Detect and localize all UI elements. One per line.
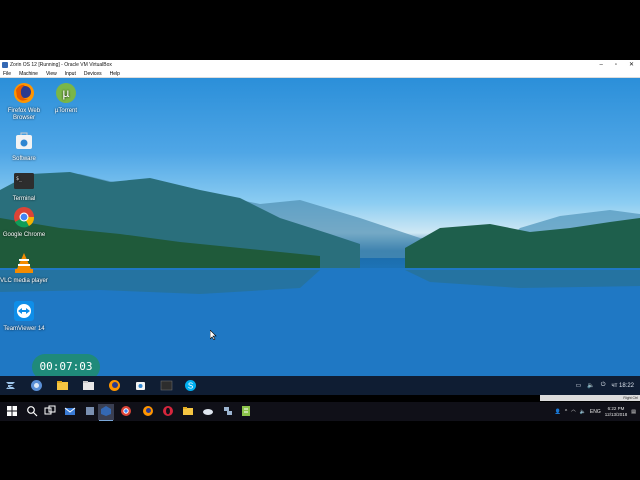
desktop-icon-chrome[interactable]: Google Chrome [0,206,48,239]
zorin-tray: ▭ 🔈 ⏻ чт 18:22 [576,376,634,395]
power-icon[interactable]: ⏻ [601,382,606,389]
volume-icon[interactable]: 🔈 [587,382,594,389]
zorin-panel: S ▭ 🔈 ⏻ чт 18:22 [0,376,640,395]
menu-help[interactable]: Help [110,70,120,77]
people-icon[interactable]: 👤 [555,409,561,415]
clock-time: 6:22 PM [607,405,625,411]
menu-input[interactable]: Input [65,70,76,77]
skype-icon[interactable]: S [184,379,197,392]
cloud-icon[interactable] [202,405,214,417]
files-folder-icon[interactable] [56,379,69,392]
svg-text:µ: µ [63,86,70,100]
active-task-underline [99,420,113,421]
zorin-menu-icon[interactable] [4,379,17,392]
zorin-clock[interactable]: чт 18:22 [611,383,634,389]
software-store-icon[interactable] [134,379,147,392]
virtualbox-icon[interactable] [84,405,96,417]
utorrent-icon: µ [56,83,76,103]
svg-text:S: S [188,382,193,391]
desktop-icon-label: Firefox Web Browser [7,108,41,121]
maximize-button[interactable]: ▫ [615,60,617,70]
windows-tray: 👤 ^ ◠ 🔈 ENG 6:22 PM 12/13/2018 ▤ [555,402,636,421]
terminal-icon[interactable] [160,379,173,392]
lake-wallpaper [0,172,640,376]
menu-view[interactable]: View [46,70,57,77]
firefox-icon[interactable] [142,405,154,417]
desktop-icon-terminal[interactable]: $_ Terminal [0,170,48,203]
firefox-icon [14,83,34,103]
desktop-icon-firefox[interactable]: Firefox Web Browser [0,82,48,122]
vbox-title-bar: Zorin OS 12 [Running] - Oracle VM Virtua… [0,60,640,70]
notification-icon[interactable]: ▤ [631,409,636,415]
svg-text:$_: $_ [16,176,23,182]
desktop-icon-label: VLC media player [0,278,48,284]
web-icon[interactable] [30,379,43,392]
desktop-icon-software[interactable]: Software [0,130,48,163]
desktop-icon-teamviewer[interactable]: TeamViewer 14 [0,300,48,333]
wifi-icon[interactable]: ◠ [571,409,575,415]
teamviewer-icon [14,301,34,321]
window-controls: – ▫ ✕ [599,60,634,70]
notepad-icon[interactable] [240,405,252,417]
mouse-cursor-icon [210,330,217,340]
minimize-button[interactable]: – [599,60,602,70]
windows-taskbar: 👤 ^ ◠ 🔈 ENG 6:22 PM 12/13/2018 ▤ [0,402,640,421]
file-explorer-icon[interactable] [182,405,194,417]
menu-file[interactable]: File [3,70,11,77]
vbox-menubar: File Machine View Input Devices Help [0,70,640,78]
desktop-icon-label: Software [12,156,36,162]
windows-clock[interactable]: 6:22 PM 12/13/2018 [605,406,628,418]
desktop-icon-label: Google Chrome [2,232,46,238]
virtualbox-active-icon[interactable] [100,405,112,417]
chrome-icon [14,207,35,228]
vbox-statusbar: Right Ctrl [540,395,640,401]
chevron-up-icon[interactable]: ^ [565,409,567,415]
task-view-icon[interactable] [44,405,56,417]
terminal-icon: $_ [14,173,34,189]
network-icon[interactable] [222,405,234,417]
close-button[interactable]: ✕ [629,60,634,70]
screen-icon[interactable]: ▭ [576,382,582,389]
virtualbox-icon [2,62,8,68]
vlc-icon [15,253,33,273]
desktop-icon-vlc[interactable]: VLC media player [0,252,48,285]
mail-icon[interactable] [64,405,76,417]
file-manager-icon[interactable] [82,379,95,392]
menu-devices[interactable]: Devices [84,70,102,77]
firefox-icon[interactable] [108,379,121,392]
guest-desktop: Firefox Web Browser µ µTorrent Software … [0,78,640,376]
desktop-icon-label: TeamViewer 14 [3,326,45,332]
volume-icon[interactable]: 🔈 [580,409,586,415]
desktop-icon-utorrent[interactable]: µ µTorrent [42,82,90,115]
search-icon[interactable] [26,405,38,417]
windows-start-icon[interactable] [6,405,18,417]
menu-machine[interactable]: Machine [19,70,38,77]
desktop-icon-label: µTorrent [54,108,78,114]
chrome-icon[interactable] [120,405,132,417]
clock-date: 12/13/2018 [604,411,628,417]
software-store-icon [16,132,32,149]
opera-icon[interactable] [162,405,174,417]
desktop-icon-label: Terminal [12,196,36,202]
lang-indicator[interactable]: ENG [590,409,601,415]
window-title: Zorin OS 12 [Running] - Oracle VM Virtua… [10,62,112,68]
